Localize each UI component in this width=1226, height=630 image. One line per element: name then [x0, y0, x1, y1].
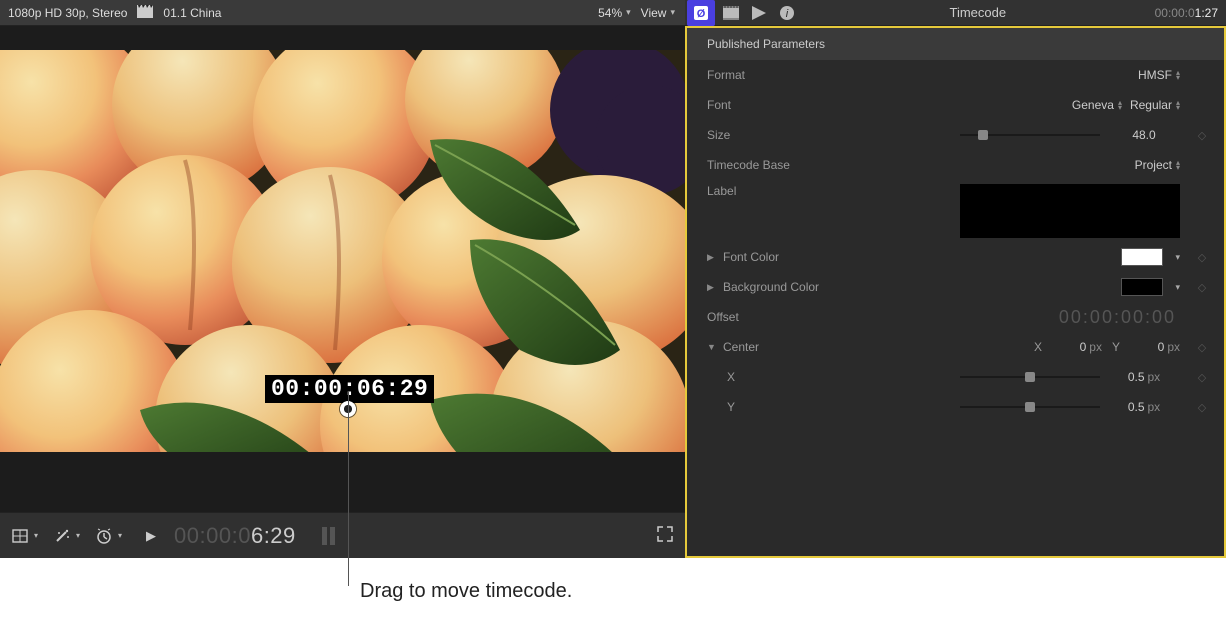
retime-tool-icon[interactable]: ▾ — [96, 528, 122, 544]
keyframe-icon[interactable]: ◇ — [1188, 129, 1216, 142]
param-center: ▼ Center X 0px Y 0px ◇ — [687, 332, 1224, 362]
share-inspector-tab[interactable] — [745, 0, 773, 26]
param-center-y: Y 0.5px ◇ — [687, 392, 1224, 422]
center-y-value[interactable]: 0px — [1130, 340, 1180, 354]
disclosure-triangle-icon[interactable]: ▶ — [707, 282, 717, 293]
x-label: X — [727, 370, 735, 384]
param-offset: Offset 00:00:00:00 — [687, 302, 1224, 332]
y-label: Y — [727, 400, 735, 414]
svg-text:Ø: Ø — [697, 8, 706, 20]
audio-meter-icon — [322, 527, 335, 545]
timecode-overlay[interactable]: 00:00:06:29 — [265, 375, 434, 403]
keyframe-icon[interactable]: ◇ — [1188, 371, 1216, 384]
disclosure-triangle-down-icon[interactable]: ▼ — [707, 342, 717, 352]
param-label-field: Label — [687, 180, 1224, 242]
keyframe-icon[interactable]: ◇ — [1188, 281, 1216, 294]
param-format: Format HMSF▴▾ — [687, 60, 1224, 90]
clapperboard-icon[interactable] — [137, 5, 153, 21]
fullscreen-icon[interactable] — [657, 526, 673, 545]
param-center-x: X 0.5px ◇ — [687, 362, 1224, 392]
format-label: Format — [707, 68, 745, 82]
clip-name[interactable]: 01.1 China — [163, 6, 221, 20]
callout-caption: Drag to move timecode. — [360, 580, 572, 603]
font-label: Font — [707, 98, 731, 112]
play-button[interactable]: ▶ — [146, 528, 156, 544]
video-inspector-tab[interactable] — [717, 0, 745, 26]
param-size: Size 48.0 ◇ — [687, 120, 1224, 150]
chevron-down-icon: ▾ — [626, 7, 631, 18]
updown-arrows-icon: ▴▾ — [1176, 70, 1180, 80]
format-popup[interactable]: HMSF▴▾ — [1138, 68, 1180, 82]
chevron-down-icon[interactable]: ▾ — [1175, 252, 1180, 263]
viewer-toolbar: ▾ ▾ ▾ ▶ 00:00:06:29 — [0, 512, 685, 558]
size-slider[interactable] — [960, 128, 1100, 142]
center-y-label: Y — [1112, 340, 1120, 354]
label-text-input[interactable] — [960, 184, 1180, 238]
viewer-canvas[interactable]: 00:00:06:29 — [0, 26, 685, 476]
x-value[interactable]: 0.5px — [1108, 370, 1180, 384]
chevron-down-icon[interactable]: ▾ — [1175, 282, 1180, 293]
y-slider[interactable] — [960, 400, 1100, 414]
center-x-label: X — [1034, 340, 1042, 354]
section-header: Published Parameters — [687, 28, 1224, 60]
y-value[interactable]: 0.5px — [1108, 400, 1180, 414]
font-family-popup[interactable]: Geneva▴▾ — [1072, 98, 1122, 112]
info-inspector-tab[interactable]: i — [773, 0, 801, 26]
inspector-title: Timecode — [801, 5, 1155, 20]
viewer-pane: 1080p HD 30p, Stereo 01.1 China 54%▾ Vie… — [0, 0, 685, 558]
offset-value[interactable]: 00:00:00:00 — [1059, 307, 1176, 328]
background-color-label: Background Color — [723, 280, 819, 294]
inspector-duration: 00:00:01:27 — [1155, 6, 1226, 20]
format-badge: 1080p HD 30p, Stereo — [8, 6, 127, 20]
disclosure-triangle-icon[interactable]: ▶ — [707, 252, 717, 263]
size-label: Size — [707, 128, 730, 142]
label-field-label: Label — [707, 184, 736, 198]
font-style-popup[interactable]: Regular▴▾ — [1130, 98, 1180, 112]
inspector-pane: Ø i Timecode 00:00:01:27 Published Param… — [685, 0, 1226, 558]
x-slider[interactable] — [960, 370, 1100, 384]
callout-line — [348, 391, 349, 586]
transform-tool-icon[interactable]: ▾ — [12, 529, 38, 543]
viewer-top-bar: 1080p HD 30p, Stereo 01.1 China 54%▾ Vie… — [0, 0, 685, 26]
keyframe-icon[interactable]: ◇ — [1188, 341, 1216, 354]
enhance-tool-icon[interactable]: ▾ — [54, 528, 80, 544]
chevron-down-icon: ▾ — [670, 7, 675, 18]
zoom-popup[interactable]: 54%▾ — [598, 6, 631, 20]
param-timecode-base: Timecode Base Project▴▾ — [687, 150, 1224, 180]
offset-label: Offset — [707, 310, 739, 324]
param-background-color: ▶ Background Color ▾ ◇ — [687, 272, 1224, 302]
inspector-top-bar: Ø i Timecode 00:00:01:27 — [685, 0, 1226, 26]
center-label: Center — [723, 340, 759, 354]
view-menu[interactable]: View▾ — [641, 6, 675, 20]
keyframe-icon[interactable]: ◇ — [1188, 251, 1216, 264]
generator-inspector-tab[interactable]: Ø — [687, 0, 715, 26]
size-value[interactable]: 48.0 — [1108, 128, 1180, 142]
timecode-base-popup[interactable]: Project▴▾ — [1135, 158, 1180, 172]
inspector-body: Published Parameters Format HMSF▴▾ Font … — [685, 26, 1226, 558]
center-x-value[interactable]: 0px — [1052, 340, 1102, 354]
param-font: Font Geneva▴▾ Regular▴▾ — [687, 90, 1224, 120]
font-color-swatch[interactable] — [1121, 248, 1163, 266]
playhead-timecode[interactable]: 00:00:06:29 — [174, 523, 296, 549]
font-color-label: Font Color — [723, 250, 779, 264]
param-font-color: ▶ Font Color ▾ ◇ — [687, 242, 1224, 272]
keyframe-icon[interactable]: ◇ — [1188, 401, 1216, 414]
timecode-base-label: Timecode Base — [707, 158, 790, 172]
background-color-swatch[interactable] — [1121, 278, 1163, 296]
